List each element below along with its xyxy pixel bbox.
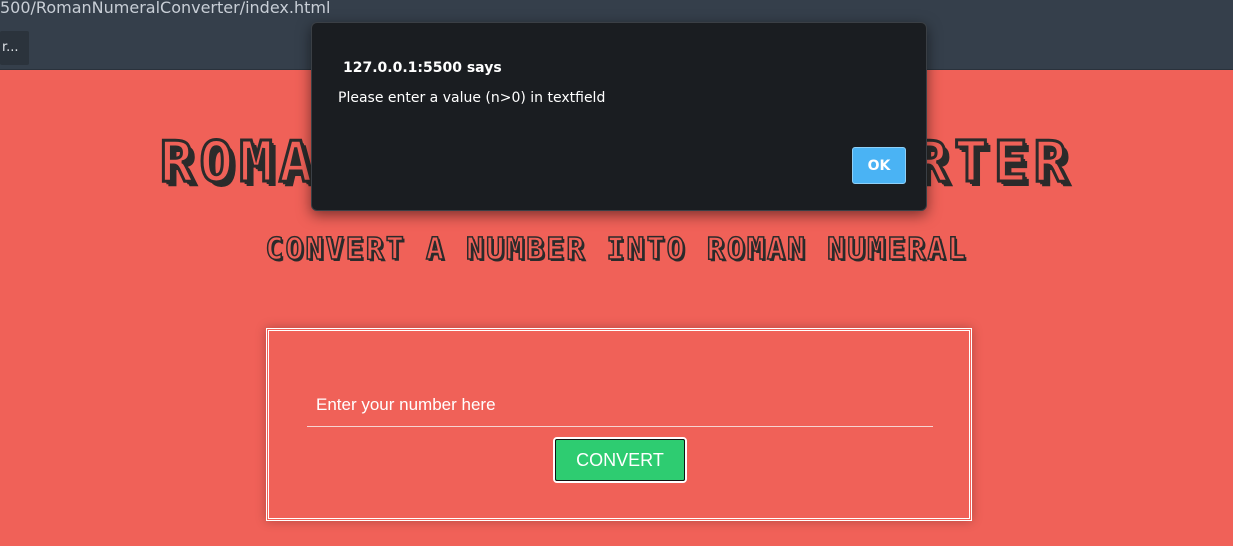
convert-button[interactable]: CONVERT [553, 437, 687, 483]
alert-origin: 127.0.0.1:5500 says [343, 60, 502, 76]
alert-dialog: 127.0.0.1:5500 says Please enter a value… [311, 22, 927, 211]
bookmark-item[interactable]: r... [0, 31, 29, 65]
number-input[interactable] [307, 383, 933, 427]
address-bar-url[interactable]: 500/RomanNumeralConverter/index.html [0, 0, 330, 18]
page-subtitle: CONVERT A NUMBER INTO ROMAN NUMERAL [265, 231, 968, 268]
alert-ok-button[interactable]: OK [852, 147, 906, 184]
converter-card: CONVERT [266, 328, 972, 521]
alert-message: Please enter a value (n>0) in textfield [338, 90, 606, 106]
